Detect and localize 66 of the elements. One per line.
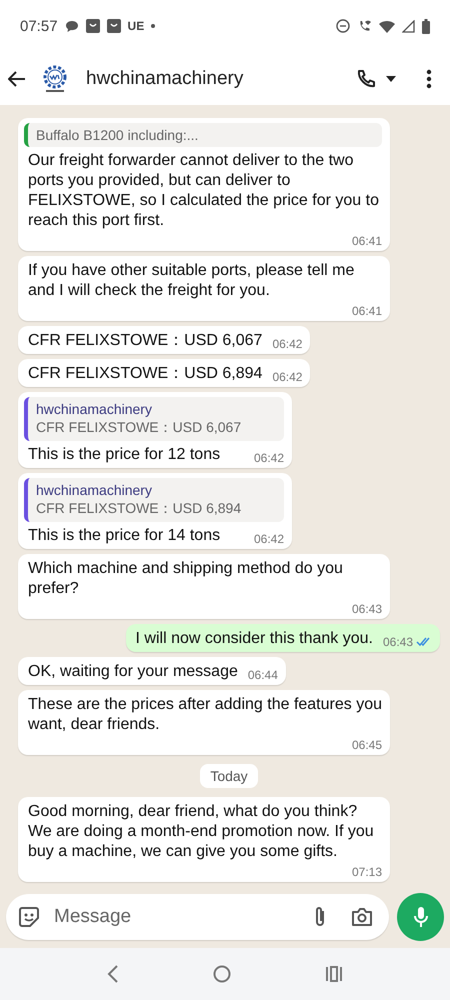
message-bubble[interactable]: I will now consider this thank you. 06:43 <box>126 624 440 652</box>
signal-icon <box>402 20 415 32</box>
app-notification-icon <box>106 19 121 33</box>
dot-icon <box>151 24 156 28</box>
message-text: This is the price for 12 tons <box>28 445 220 465</box>
message-text: CFR FELIXSTOWE：USD 6,067 <box>28 331 262 351</box>
back-icon[interactable] <box>107 965 119 983</box>
message-text: OK, waiting for your message <box>28 662 238 682</box>
message-time: 06:41 <box>352 233 382 250</box>
message-time: 06:42 <box>254 450 284 467</box>
message-bubble[interactable]: If you have other suitable ports, please tell me and I will check the freight for you. 06:41 <box>18 256 390 321</box>
phone-icon[interactable] <box>356 68 376 88</box>
quoted-sender: hwchinamachinery <box>36 482 153 498</box>
message-bubble[interactable]: CFR FELIXSTOWE：USD 6,894 06:42 <box>18 359 310 387</box>
message-text: These are the prices after adding the features you want, dear friends. <box>28 695 382 735</box>
status-time: 07:57 <box>20 18 58 34</box>
message-time: 06:45 <box>352 737 382 754</box>
microphone-icon <box>414 906 428 928</box>
message-bubble[interactable]: Good morning, dear friend, what do you think? We are doing a month-end promotion now. If you buy a machine, we can give you some gifts. 07:13 <box>18 797 390 882</box>
quoted-text: Buffalo B1200 including:... <box>36 127 200 143</box>
recent-apps-icon[interactable] <box>325 966 343 982</box>
quoted-text: CFR FELIXSTOWE：USD 6,894 <box>36 500 242 518</box>
quoted-sender: hwchinamachinery <box>36 401 153 417</box>
message-bubble[interactable]: OK, waiting for your message 06:44 <box>18 657 286 685</box>
message-field[interactable]: Message <box>6 894 389 940</box>
app-notification-icon <box>86 19 100 33</box>
message-text: Good morning, dear friend, what do you think? We are doing a month-end promotion now. If you buy a machine, we can give you some gifts. <box>28 802 375 862</box>
quoted-message[interactable]: hwchinamachinery CFR FELIXSTOWE：USD 6,067 <box>24 397 284 441</box>
message-text: Which machine and shipping method do you prefer? <box>28 559 344 599</box>
message-bubble[interactable]: These are the prices after adding the features you want, dear friends. 06:45 <box>18 690 390 755</box>
sticker-icon[interactable] <box>18 906 40 928</box>
message-time: 06:43 <box>382 634 413 651</box>
microphone-button[interactable] <box>397 893 444 941</box>
message-bubble[interactable]: Buffalo B1200 including:... Our freight forwarder cannot deliver to the two ports you provided, but can deliver to FELIXSTOWE, so I calculated the price for you to reach this port first. 06:41 <box>18 118 390 251</box>
wifi-icon <box>379 20 395 32</box>
message-time: 06:44 <box>248 667 278 684</box>
quoted-message[interactable]: Buffalo B1200 including:... <box>24 123 382 147</box>
contact-name[interactable]: hwchinamachinery <box>86 68 244 90</box>
message-text: This is the price for 14 tons <box>28 526 220 546</box>
caret-icon[interactable] <box>386 76 396 82</box>
chat-bubble-icon <box>64 20 79 32</box>
date-separator: Today <box>200 764 258 788</box>
message-text: I will now consider this thank you. <box>136 629 373 649</box>
message-bubble[interactable]: Which machine and shipping method do you prefer? 06:43 <box>18 554 390 619</box>
message-time: 06:43 <box>352 601 382 618</box>
message-time: 06:42 <box>272 369 302 386</box>
paperclip-icon[interactable] <box>313 905 327 929</box>
quoted-message[interactable]: hwchinamachinery CFR FELIXSTOWE：USD 6,894 <box>24 478 284 522</box>
carrier-label: UE <box>128 19 144 33</box>
message-time: 06:42 <box>272 336 302 353</box>
camera-icon[interactable] <box>351 907 373 927</box>
message-time: 06:42 <box>254 531 284 548</box>
message-time: 06:41 <box>352 303 382 320</box>
message-text: If you have other suitable ports, please tell me and I will check the freight for you. <box>28 261 356 301</box>
message-time: 07:13 <box>352 864 382 881</box>
message-text: CFR FELIXSTOWE：USD 6,894 <box>28 364 262 384</box>
message-bubble[interactable]: CFR FELIXSTOWE：USD 6,067 06:42 <box>18 326 310 354</box>
back-arrow-icon[interactable] <box>8 70 26 86</box>
message-text: Our freight forwarder cannot deliver to the two ports you provided, but can deliver to FELIXSTOWE, so I calculated the price for you to reach this port first. <box>28 151 380 231</box>
battery-icon <box>422 18 430 34</box>
quoted-text: CFR FELIXSTOWE：USD 6,067 <box>36 419 242 437</box>
message-bubble[interactable]: hwchinamachinery CFR FELIXSTOWE：USD 6,067 This is the price for 12 tons 06:42 <box>18 392 292 468</box>
do-not-disturb-icon <box>336 19 350 33</box>
message-bubble[interactable]: hwchinamachinery CFR FELIXSTOWE：USD 6,894 This is the price for 14 tons 06:42 <box>18 473 292 549</box>
home-icon[interactable] <box>213 965 231 983</box>
more-options-icon[interactable] <box>426 68 432 88</box>
